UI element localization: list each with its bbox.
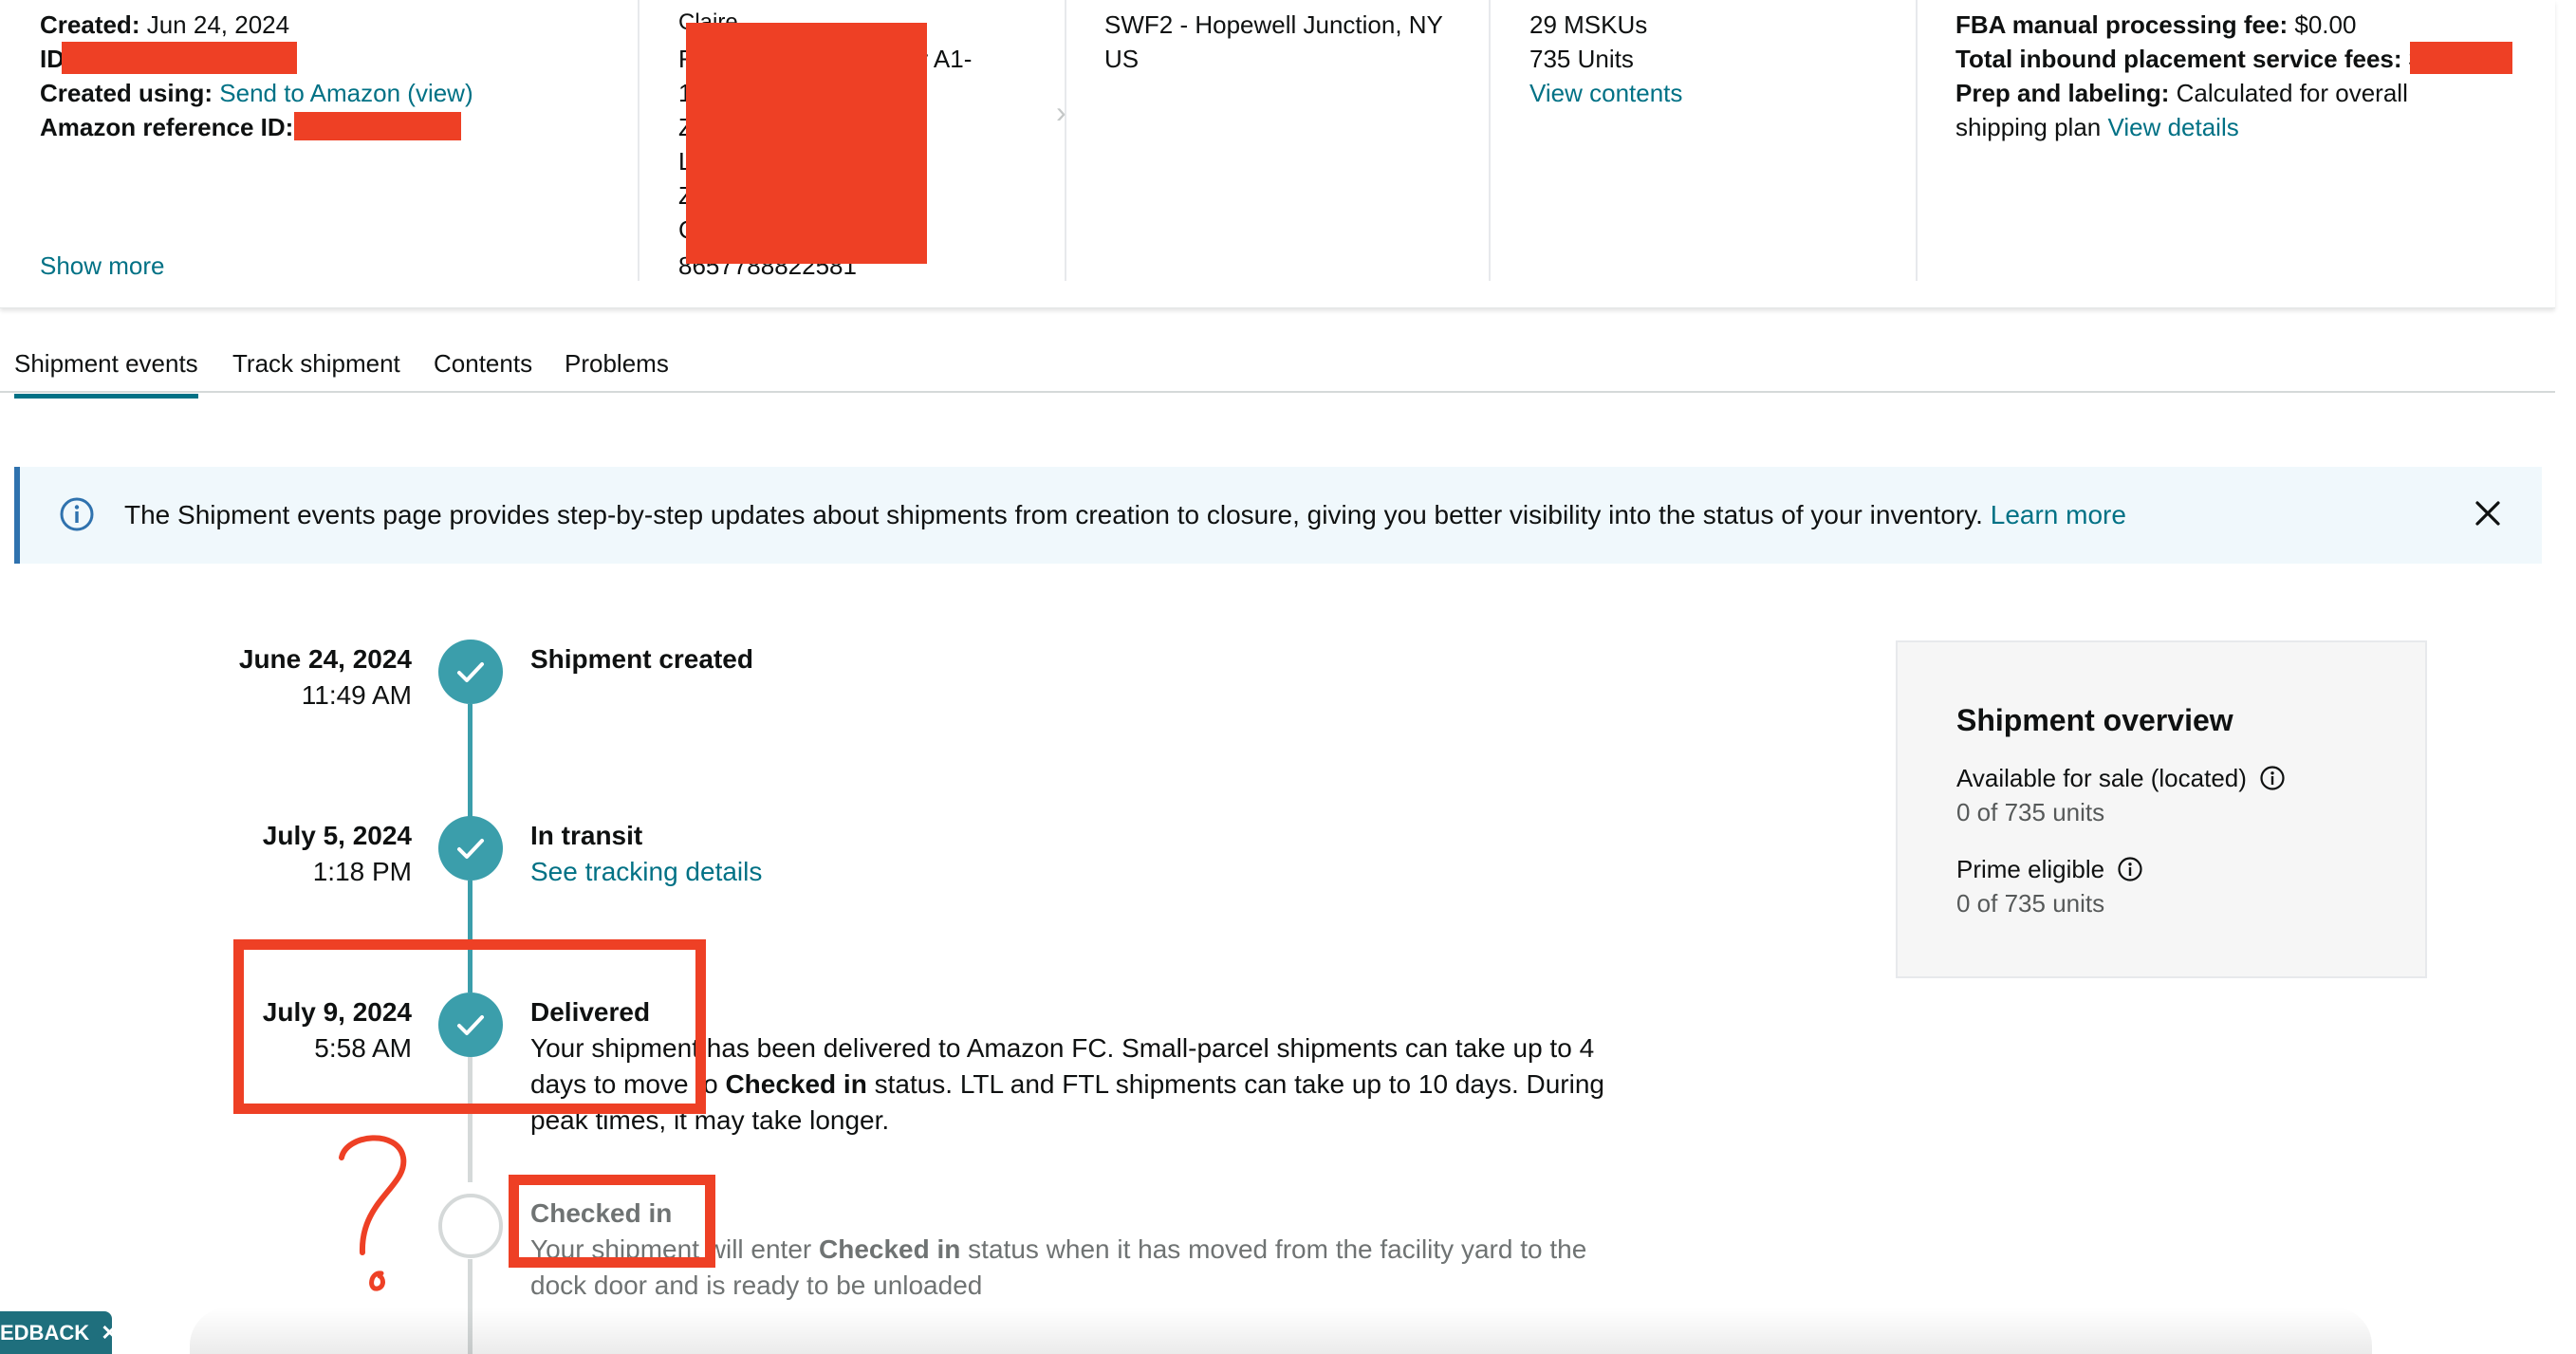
redaction-block	[2410, 42, 2512, 74]
amazon-reference-id-label: Amazon reference ID:	[40, 113, 294, 141]
learn-more-link[interactable]: Learn more	[1991, 500, 2126, 529]
view-details-link[interactable]: View details	[2107, 113, 2238, 141]
tab-track-shipment[interactable]: Track shipment	[232, 346, 400, 380]
info-icon[interactable]	[2259, 765, 2286, 791]
tab-problems[interactable]: Problems	[565, 346, 669, 380]
column-divider	[1065, 0, 1066, 281]
redaction-block	[62, 42, 297, 74]
ship-to-country: US	[1104, 45, 1140, 73]
banner-message: The Shipment events page provides step-b…	[124, 500, 2126, 529]
event-date: June 24, 2024 11:49 AM	[238, 644, 412, 710]
tab-bar: Shipment events Track shipment Contents …	[0, 337, 2555, 399]
view-contents-link[interactable]: View contents	[1529, 76, 1682, 110]
fba-fee-row: FBA manual processing fee: $0.00	[1955, 10, 2357, 39]
prep-labeling-row-2: shipping plan View details	[1955, 113, 2239, 141]
prime-eligible-value: 0 of 735 units	[1956, 889, 2105, 918]
overview-title: Shipment overview	[1956, 703, 2233, 737]
pending-step-icon	[438, 1194, 503, 1258]
prep-labeling-row: Prep and labeling: Calculated for overal…	[1955, 79, 2408, 107]
event-title: Shipment created	[530, 644, 753, 674]
available-for-sale-value: 0 of 735 units	[1956, 798, 2105, 826]
unit-count: 735 Units	[1529, 45, 1634, 73]
column-divider	[1489, 0, 1491, 281]
check-icon	[438, 640, 503, 704]
annotation-box-checked-in	[509, 1175, 715, 1268]
timeline-connector	[468, 704, 473, 818]
info-icon	[60, 497, 94, 531]
feedback-button[interactable]: EDBACK ✕	[0, 1311, 112, 1354]
event-title: In transit	[530, 821, 643, 850]
redaction-block	[294, 112, 461, 140]
column-divider	[1916, 0, 1918, 281]
column-divider	[638, 0, 639, 281]
tab-contents[interactable]: Contents	[434, 346, 532, 380]
bottom-shadow	[190, 1308, 2372, 1354]
prime-eligible-label: Prime eligible	[1956, 852, 2143, 886]
chevron-right-icon: ›	[1056, 95, 1066, 129]
tab-shipment-events[interactable]: Shipment events	[14, 346, 198, 399]
close-icon[interactable]	[2474, 499, 2502, 528]
shipment-summary-card: Created: Jun 24, 2024 ID Created using: …	[0, 0, 2555, 308]
send-to-amazon-link[interactable]: Send to Amazon (view)	[219, 79, 473, 107]
show-more-link[interactable]: Show more	[40, 249, 165, 283]
info-banner: The Shipment events page provides step-b…	[14, 467, 2542, 564]
close-icon[interactable]: ✕	[101, 1321, 112, 1345]
annotation-box-delivered	[233, 939, 706, 1114]
redaction-block	[686, 23, 927, 264]
placement-fee-row: Total inbound placement service fees: $	[1955, 45, 2422, 73]
available-for-sale-label: Available for sale (located)	[1956, 761, 2286, 795]
check-icon	[438, 816, 503, 881]
question-mark-annotation: ?	[339, 1135, 407, 1291]
event-date: July 5, 2024 1:18 PM	[262, 821, 412, 886]
info-icon[interactable]	[2117, 856, 2143, 882]
see-tracking-details-link[interactable]: See tracking details	[530, 854, 1659, 890]
created-row: Created: Jun 24, 2024	[40, 10, 290, 39]
msku-count: 29 MSKUs	[1529, 10, 1648, 39]
ship-to-destination: SWF2 - Hopewell Junction, NY	[1104, 10, 1443, 39]
shipment-overview-panel: Shipment overview Available for sale (lo…	[1896, 640, 2427, 978]
created-using-row: Created using: Send to Amazon (view)	[40, 79, 473, 107]
